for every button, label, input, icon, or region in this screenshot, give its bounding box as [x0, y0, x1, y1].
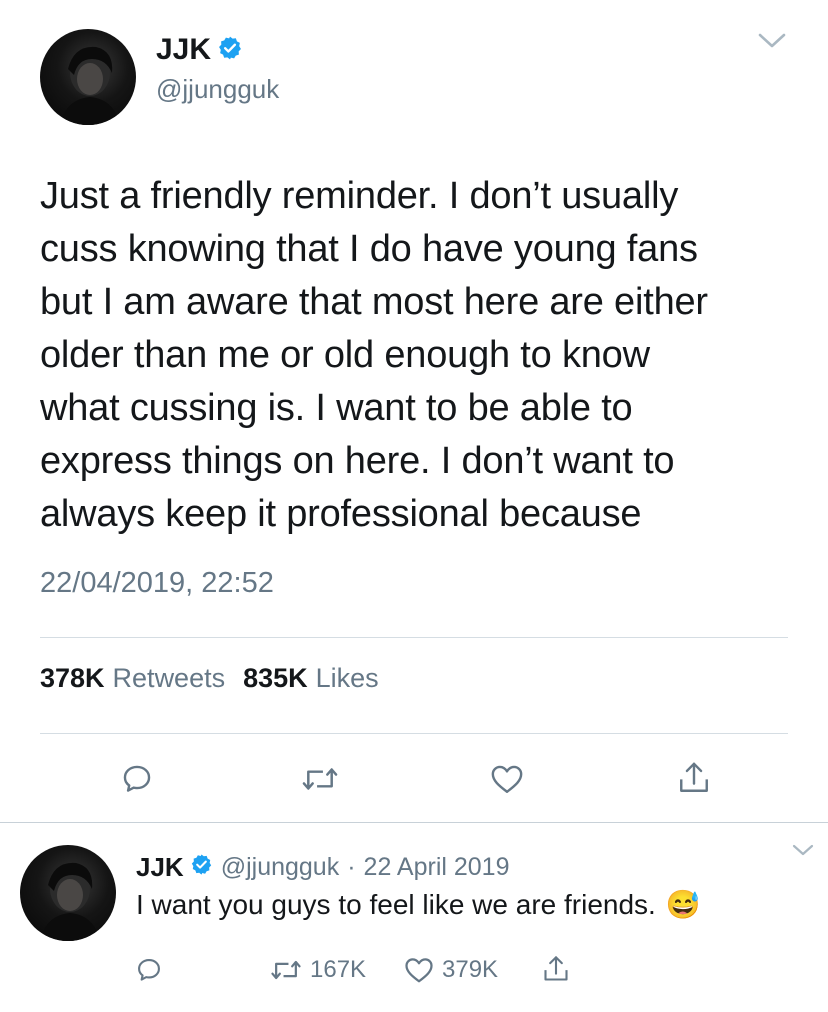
retweet-icon[interactable]	[298, 758, 342, 800]
display-name[interactable]: JJK	[156, 33, 211, 67]
avatar-photo	[60, 46, 120, 125]
main-tweet-handle[interactable]: @jjungguk	[156, 74, 279, 105]
reply-like-button[interactable]: 379K	[404, 953, 498, 987]
share-icon[interactable]	[538, 950, 574, 988]
main-tweet-timestamp[interactable]: 22/04/2019, 22:52	[40, 567, 274, 600]
tweet-separator	[0, 822, 828, 823]
likes-count: 835K	[243, 663, 308, 693]
main-tweet-header: JJK	[156, 32, 243, 68]
reply-tweet-text: I want you guys to feel like we are frie…	[136, 889, 656, 920]
reply-handle[interactable]: @jjungguk	[221, 853, 340, 882]
grinning-sweat-emoji: 😅	[665, 889, 701, 920]
reply-like-count: 379K	[442, 956, 499, 983]
retweet-icon	[270, 956, 302, 984]
retweets-count: 378K	[40, 663, 105, 693]
likes-stat[interactable]: 835K Likes	[243, 663, 379, 694]
main-tweet-avatar[interactable]	[40, 29, 136, 125]
likes-label: Likes	[315, 663, 379, 693]
reply-tweet-header: JJK @jjungguk · 22 April 2019	[136, 850, 510, 884]
reply-display-name[interactable]: JJK	[136, 852, 184, 883]
reply-retweet-button[interactable]: 167K	[270, 953, 366, 987]
reply-retweet-count: 167K	[310, 956, 367, 983]
verified-badge-icon	[217, 35, 243, 66]
like-icon	[404, 956, 434, 984]
chevron-down-icon[interactable]	[786, 840, 820, 860]
stats-top-divider	[40, 637, 788, 638]
avatar-photo	[40, 862, 100, 941]
retweets-stat[interactable]: 378K Retweets	[40, 663, 225, 694]
reply-icon[interactable]	[116, 758, 158, 800]
verified-badge-icon	[190, 852, 213, 883]
reply-date[interactable]: 22 April 2019	[364, 853, 510, 882]
reply-tweet-body: I want you guys to feel like we are frie…	[136, 889, 701, 921]
main-tweet-text: Just a friendly reminder. I don’t usuall…	[40, 175, 708, 535]
reply-icon[interactable]	[132, 953, 166, 987]
share-icon[interactable]	[672, 755, 716, 801]
retweets-label: Retweets	[112, 663, 226, 693]
tweet-stats: 378K Retweets 835K Likes	[40, 663, 379, 694]
reply-tweet-avatar[interactable]	[20, 845, 116, 941]
reply-separator: ·	[347, 852, 356, 881]
stats-bottom-divider	[40, 733, 788, 734]
like-icon[interactable]	[486, 758, 528, 800]
chevron-down-icon[interactable]	[750, 26, 794, 56]
